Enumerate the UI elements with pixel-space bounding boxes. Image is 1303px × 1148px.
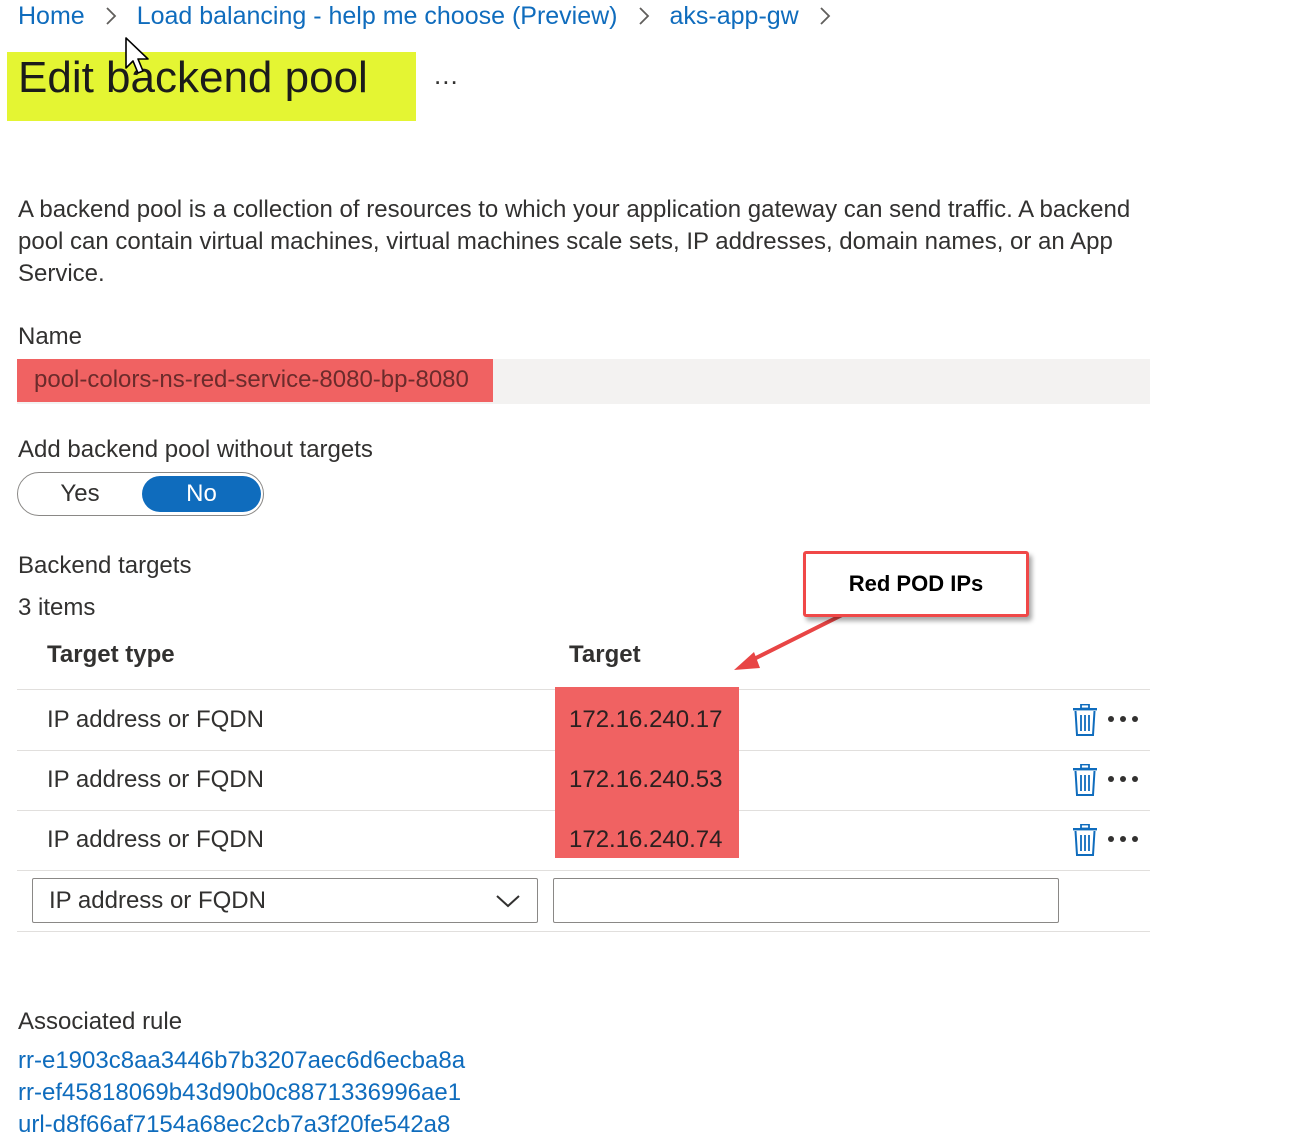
name-label: Name <box>18 323 83 350</box>
target-cell: 172.16.240.74 <box>569 826 723 853</box>
breadcrumb: Home Load balancing - help me choose (Pr… <box>18 0 851 32</box>
chevron-right-icon <box>632 4 656 28</box>
chevron-right-icon <box>99 4 123 28</box>
trash-icon[interactable] <box>1072 764 1098 796</box>
associated-rule-link[interactable]: url-d8f66af7154a68ec2cb7a3f20fe542a8 <box>18 1111 450 1139</box>
callout-arrow <box>734 612 845 670</box>
target-cell: 172.16.240.17 <box>569 706 723 733</box>
breadcrumb-aks-app-gw-link[interactable]: aks-app-gw <box>670 2 799 31</box>
more-icon[interactable] <box>1106 774 1140 784</box>
target-input[interactable] <box>553 878 1059 923</box>
chevron-right-icon <box>813 4 837 28</box>
associated-rule-label: Associated rule <box>18 1008 183 1035</box>
target-type-select-value: IP address or FQDN <box>49 887 266 914</box>
column-header-target: Target <box>569 641 641 668</box>
without-targets-label: Add backend pool without targets <box>18 436 373 463</box>
chevron-down-icon <box>496 895 520 908</box>
target-cell: 172.16.240.53 <box>569 766 723 793</box>
trash-icon[interactable] <box>1072 704 1098 736</box>
item-count: 3 items <box>18 594 96 621</box>
divider <box>17 870 1150 871</box>
page-title: Edit backend pool <box>18 53 368 102</box>
divider <box>17 931 1150 932</box>
toggle-no-option[interactable]: No <box>142 476 261 512</box>
toggle-yes-option[interactable]: Yes <box>18 473 142 515</box>
more-icon[interactable] <box>1106 834 1140 844</box>
mouse-cursor-icon <box>125 37 149 74</box>
target-type-cell: IP address or FQDN <box>47 826 264 853</box>
target-type-cell: IP address or FQDN <box>47 706 264 733</box>
more-icon[interactable] <box>1106 714 1140 724</box>
backend-targets-heading: Backend targets <box>18 552 192 579</box>
trash-icon[interactable] <box>1072 824 1098 856</box>
associated-rule-link[interactable]: rr-e1903c8aa3446b7b3207aec6d6ecba8a <box>18 1047 465 1075</box>
target-type-cell: IP address or FQDN <box>47 766 264 793</box>
page-description: A backend pool is a collection of resour… <box>18 196 1131 287</box>
column-header-target-type: Target type <box>47 641 175 668</box>
name-value: pool-colors-ns-red-service-8080-bp-8080 <box>34 366 469 393</box>
breadcrumb-load-balancing-link[interactable]: Load balancing - help me choose (Preview… <box>137 2 618 31</box>
more-options-icon[interactable]: ... <box>434 60 459 91</box>
associated-rule-link[interactable]: rr-ef45818069b43d90b0c8871336996ae1 <box>18 1079 461 1107</box>
red-pod-ips-callout: Red POD IPs <box>803 551 1029 617</box>
breadcrumb-home-link[interactable]: Home <box>18 2 85 31</box>
